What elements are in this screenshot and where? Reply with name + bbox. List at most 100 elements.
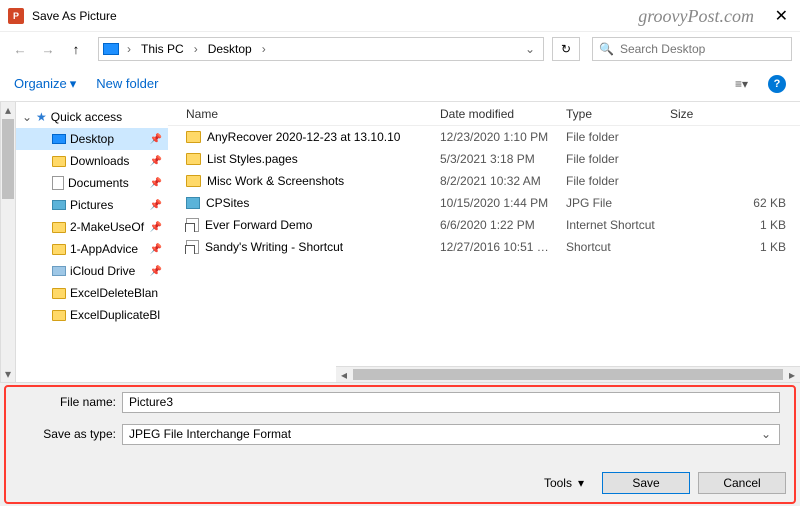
view-options-button[interactable]: ≡▾ xyxy=(735,77,748,91)
tree-item[interactable]: ExcelDuplicateBl xyxy=(16,304,168,326)
pin-icon: 📌 xyxy=(150,244,162,255)
pin-icon: 📌 xyxy=(150,156,162,167)
monitor-icon xyxy=(52,134,66,144)
file-size: 1 KB xyxy=(670,218,800,232)
tree-scrollbar[interactable]: ▴ ▾ xyxy=(0,102,16,382)
refresh-button[interactable]: ↻ xyxy=(552,37,580,61)
folder-icon xyxy=(186,131,201,143)
file-modified: 10/15/2020 1:44 PM xyxy=(440,196,566,210)
tree-item-label: Pictures xyxy=(70,198,113,212)
file-horizontal-scrollbar[interactable]: ◂▸ xyxy=(336,366,800,382)
disk-icon xyxy=(52,266,66,276)
new-folder-button[interactable]: New folder xyxy=(96,76,158,91)
pin-icon: 📌 xyxy=(150,200,162,211)
file-name: Sandy's Writing - Shortcut xyxy=(205,240,343,254)
tree-item[interactable]: ⌄★Quick access xyxy=(16,106,168,128)
file-name: AnyRecover 2020-12-23 at 13.10.10 xyxy=(207,130,400,144)
breadcrumb-root[interactable]: This PC xyxy=(139,42,186,56)
shortcut-icon xyxy=(186,218,199,232)
tree-item-label: iCloud Drive xyxy=(70,264,135,278)
file-modified: 8/2/2021 10:32 AM xyxy=(440,174,566,188)
back-button[interactable]: ← xyxy=(8,37,32,61)
chevron-down-icon: ⌄ xyxy=(761,427,771,441)
file-size: 1 KB xyxy=(670,240,800,254)
shortcut-icon xyxy=(186,240,199,254)
tree-item[interactable]: Desktop 📌 xyxy=(16,128,168,150)
tree-item[interactable]: Pictures 📌 xyxy=(16,194,168,216)
folder-icon xyxy=(186,153,201,165)
file-row[interactable]: Misc Work & Screenshots 8/2/2021 10:32 AM… xyxy=(168,170,800,192)
file-type: JPG File xyxy=(566,196,670,210)
pin-icon: 📌 xyxy=(150,222,162,233)
file-type: Shortcut xyxy=(566,240,670,254)
file-type: Internet Shortcut xyxy=(566,218,670,232)
file-row[interactable]: Sandy's Writing - Shortcut 12/27/2016 10:… xyxy=(168,236,800,258)
tools-menu[interactable]: Tools▾ xyxy=(544,476,584,490)
monitor-icon xyxy=(103,43,119,55)
column-size[interactable]: Size xyxy=(670,107,800,121)
tree-item[interactable]: 1-AppAdvice 📌 xyxy=(16,238,168,260)
file-name: List Styles.pages xyxy=(207,152,298,166)
doc-icon xyxy=(52,176,64,190)
folder-icon xyxy=(52,244,66,255)
search-box[interactable]: 🔍 xyxy=(592,37,792,61)
chevron-down-icon[interactable]: ⌄ xyxy=(22,110,32,124)
file-modified: 12/27/2016 10:51 … xyxy=(440,240,566,254)
file-name: Ever Forward Demo xyxy=(205,218,312,232)
column-name[interactable]: Name xyxy=(168,107,440,121)
folder-icon xyxy=(52,222,66,233)
file-type: File folder xyxy=(566,152,670,166)
file-row[interactable]: List Styles.pages5/3/2021 3:18 PMFile fo… xyxy=(168,148,800,170)
folder-icon xyxy=(52,288,66,299)
file-name-label: File name: xyxy=(12,395,122,409)
file-list-pane: Name Date modified Type Size AnyRecover … xyxy=(168,102,800,382)
file-modified: 6/6/2020 1:22 PM xyxy=(440,218,566,232)
tree-item-label: Documents xyxy=(68,176,129,190)
window-title: Save As Picture xyxy=(32,9,117,23)
file-name-input[interactable] xyxy=(122,392,780,413)
tree-item-label: Desktop xyxy=(70,132,114,146)
close-icon[interactable]: ✕ xyxy=(775,6,788,26)
column-modified[interactable]: Date modified xyxy=(440,107,566,121)
navigation-tree: ⌄★Quick accessDesktop📌Downloads📌Document… xyxy=(16,102,168,382)
tree-item-label: Downloads xyxy=(70,154,129,168)
tree-item[interactable]: ExcelDeleteBlan xyxy=(16,282,168,304)
organize-menu[interactable]: Organize▾ xyxy=(14,76,76,92)
tree-item[interactable]: 2-MakeUseOf 📌 xyxy=(16,216,168,238)
up-button[interactable]: ↑ xyxy=(64,37,88,61)
file-row[interactable]: AnyRecover 2020-12-23 at 13.10.10 12/23/2… xyxy=(168,126,800,148)
save-as-type-select[interactable]: JPEG File Interchange Format ⌄ xyxy=(122,424,780,445)
tree-item-label: ExcelDeleteBlan xyxy=(70,286,158,300)
file-modified: 12/23/2020 1:10 PM xyxy=(440,130,566,144)
tree-item-label: 1-AppAdvice xyxy=(70,242,138,256)
save-as-type-label: Save as type: xyxy=(12,427,122,441)
file-type: File folder xyxy=(566,130,670,144)
tree-item[interactable]: Documents📌 xyxy=(16,172,168,194)
chevron-right-icon: › xyxy=(258,42,270,56)
tree-item[interactable]: iCloud Drive📌 xyxy=(16,260,168,282)
folder-icon xyxy=(52,310,66,321)
tree-item[interactable]: Downloads 📌 xyxy=(16,150,168,172)
tree-item-label: 2-MakeUseOf xyxy=(70,220,144,234)
chevron-down-icon[interactable]: ⌄ xyxy=(521,42,539,56)
watermark-text: groovyPost.com xyxy=(638,6,754,27)
star-icon: ★ xyxy=(36,110,47,124)
save-button[interactable]: Save xyxy=(602,472,690,494)
search-icon: 🔍 xyxy=(599,42,614,56)
help-icon[interactable]: ? xyxy=(768,75,786,93)
folder-icon xyxy=(52,156,66,167)
address-bar[interactable]: › This PC › Desktop › ⌄ xyxy=(98,37,544,61)
search-input[interactable] xyxy=(620,42,785,56)
column-type[interactable]: Type xyxy=(566,107,670,121)
tree-item-label: ExcelDuplicateBl xyxy=(70,308,160,322)
file-size: 62 KB xyxy=(670,196,800,210)
breadcrumb-folder[interactable]: Desktop xyxy=(206,42,254,56)
file-row[interactable]: Ever Forward Demo 6/6/2020 1:22 PMInterne… xyxy=(168,214,800,236)
pic-icon xyxy=(52,200,66,210)
cancel-button[interactable]: Cancel xyxy=(698,472,786,494)
forward-button[interactable]: → xyxy=(36,37,60,61)
file-name: Misc Work & Screenshots xyxy=(207,174,344,188)
pin-icon: 📌 xyxy=(150,134,162,145)
file-row[interactable]: CPSites10/15/2020 1:44 PMJPG File62 KB xyxy=(168,192,800,214)
chevron-down-icon: ▾ xyxy=(578,476,584,490)
